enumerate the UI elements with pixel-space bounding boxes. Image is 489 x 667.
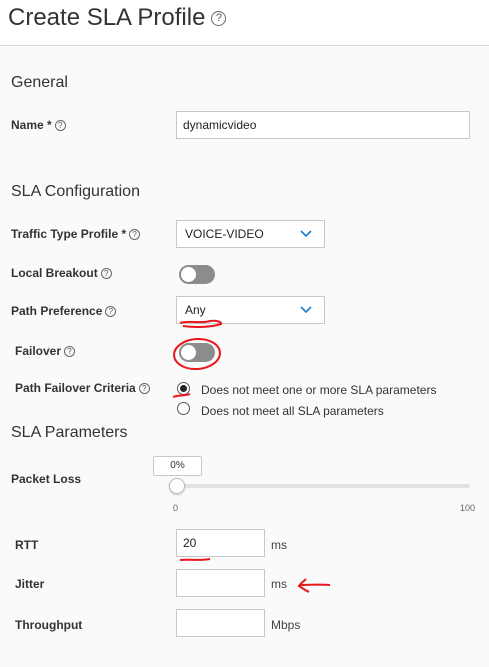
traffic-type-label-text: Traffic Type Profile * — [11, 227, 127, 241]
path-failover-criteria-label: Path Failover Criteria? — [15, 381, 150, 395]
page-title: Create SLA Profile? — [8, 4, 227, 32]
slider-min-label: 0 — [173, 503, 179, 513]
jitter-label: Jitter — [15, 577, 45, 591]
help-icon[interactable]: ? — [129, 229, 141, 241]
criteria-option-one-or-more: Does not meet one or more SLA parameters — [201, 383, 437, 397]
rtt-label: RTT — [15, 538, 39, 552]
path-failover-criteria-label-text: Path Failover Criteria — [15, 381, 136, 395]
packet-loss-value-bubble: 0% — [153, 456, 202, 476]
slider-max-label: 100 — [460, 503, 476, 513]
help-icon[interactable]: ? — [138, 383, 150, 395]
jitter-input[interactable] — [176, 569, 265, 597]
path-preference-label: Path Preference? — [11, 304, 117, 318]
throughput-label: Throughput — [15, 618, 83, 632]
local-breakout-toggle[interactable] — [179, 265, 215, 284]
rtt-unit: ms — [271, 538, 287, 552]
section-title-sla-configuration: SLA Configuration — [11, 183, 140, 200]
help-icon[interactable]: ? — [211, 11, 227, 27]
name-label: Name *? — [11, 118, 66, 132]
failover-label-text: Failover — [15, 344, 62, 358]
help-icon[interactable]: ? — [105, 306, 117, 318]
help-icon[interactable]: ? — [54, 120, 66, 132]
criteria-radio-all[interactable] — [177, 402, 190, 415]
traffic-type-label: Traffic Type Profile *? — [11, 227, 141, 241]
help-icon[interactable]: ? — [100, 268, 112, 280]
traffic-type-value: VOICE-VIDEO — [185, 227, 264, 241]
page-title-text: Create SLA Profile — [8, 4, 206, 31]
name-label-text: Name * — [11, 118, 52, 132]
jitter-unit: ms — [271, 577, 287, 591]
local-breakout-label-text: Local Breakout — [11, 266, 98, 280]
traffic-type-select[interactable]: VOICE-VIDEO — [176, 220, 325, 248]
path-preference-label-text: Path Preference — [11, 304, 103, 318]
path-preference-value: Any — [185, 303, 206, 317]
chevron-down-icon — [300, 230, 312, 238]
name-input[interactable]: dynamicvideo — [176, 111, 470, 139]
toggle-knob — [181, 267, 196, 282]
packet-loss-slider-track[interactable] — [177, 484, 470, 488]
failover-toggle[interactable] — [179, 343, 215, 362]
toggle-knob — [181, 345, 196, 360]
throughput-unit: Mbps — [271, 618, 301, 632]
throughput-input[interactable] — [176, 609, 265, 637]
page-header: Create SLA Profile? — [0, 0, 489, 46]
chevron-down-icon — [300, 306, 312, 314]
packet-loss-label: Packet Loss — [11, 472, 82, 486]
section-title-sla-parameters: SLA Parameters — [11, 424, 128, 441]
packet-loss-slider-thumb[interactable] — [169, 478, 185, 494]
rtt-input[interactable]: 20 — [176, 529, 265, 557]
path-preference-select[interactable]: Any — [176, 296, 325, 324]
help-icon[interactable]: ? — [64, 346, 76, 358]
section-title-general: General — [11, 74, 68, 91]
criteria-option-all: Does not meet all SLA parameters — [201, 404, 384, 418]
failover-label: Failover? — [15, 344, 76, 358]
criteria-radio-one-or-more[interactable] — [177, 382, 190, 395]
local-breakout-label: Local Breakout? — [11, 266, 112, 280]
